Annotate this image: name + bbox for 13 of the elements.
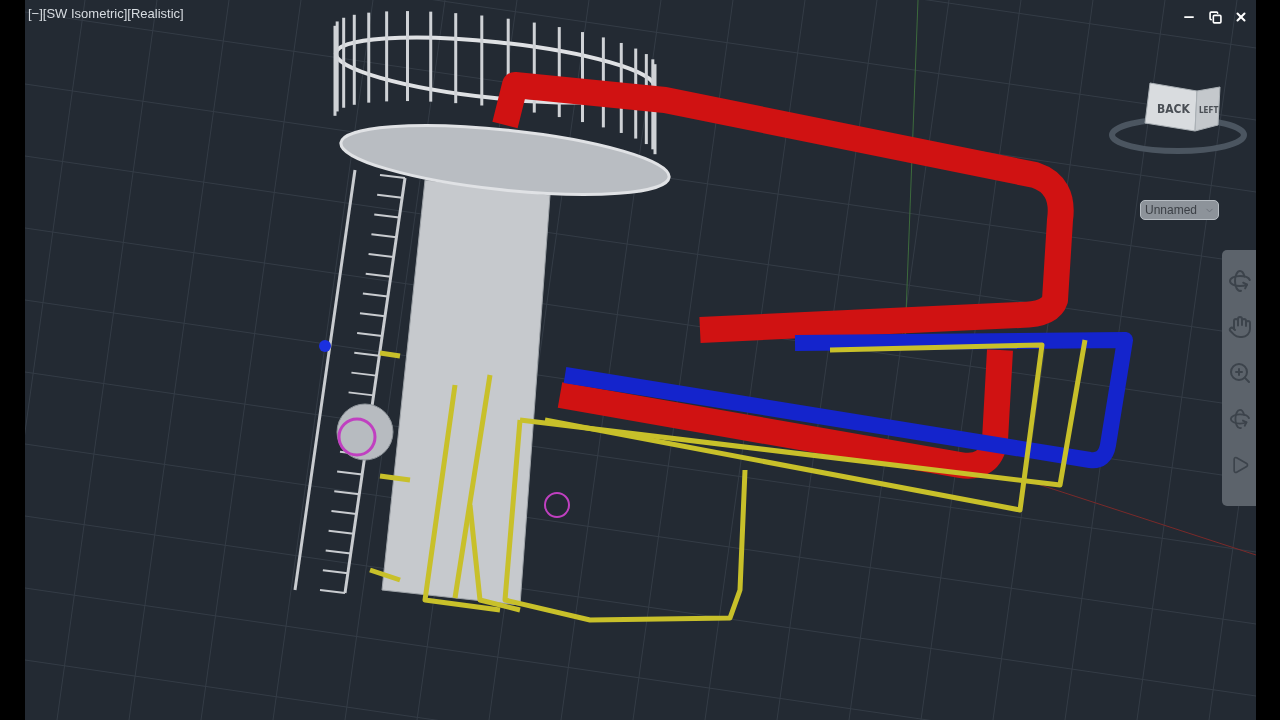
named-view-dropdown[interactable]: Unnamed <box>1140 200 1219 220</box>
restore-icon <box>1208 10 1222 24</box>
orbit-icon <box>1229 408 1251 430</box>
hand-icon <box>1228 315 1252 339</box>
play-icon <box>1230 455 1250 475</box>
viewcube-face-label[interactable]: LEFT <box>1199 106 1219 115</box>
viewcube-icon[interactable] <box>1109 82 1247 154</box>
viewcube-face-label[interactable]: BACK <box>1157 102 1190 116</box>
zoom-icon <box>1228 361 1252 385</box>
viewport-label[interactable]: [−][SW Isometric][Realistic] <box>28 6 184 21</box>
close-icon <box>1234 10 1248 24</box>
model-viewport[interactable]: [−][SW Isometric][Realistic] BACK LEFT Unnamed <box>25 0 1256 720</box>
restore-button[interactable] <box>1206 8 1224 26</box>
